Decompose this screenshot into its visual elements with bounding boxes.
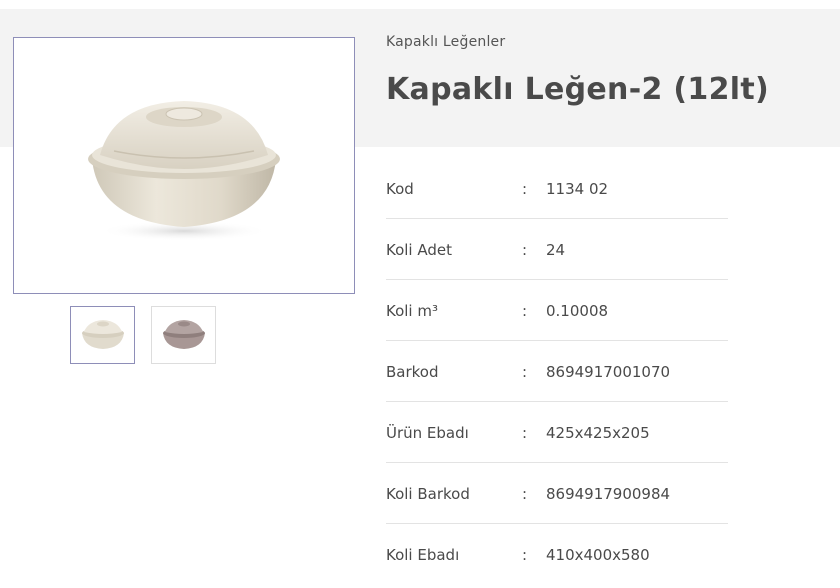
- spec-separator: :: [522, 546, 528, 564]
- spec-label: Koli Ebadı: [386, 546, 460, 564]
- spec-label: Koli Adet: [386, 241, 452, 259]
- thumbnail-cream[interactable]: [70, 306, 135, 364]
- spec-row-koli-ebadi: Koli Ebadı : 410x400x580: [386, 524, 728, 584]
- spec-separator: :: [522, 485, 528, 503]
- spec-row-kod: Kod : 1134 02: [386, 158, 728, 219]
- spec-separator: :: [522, 241, 528, 259]
- spec-row-barkod: Barkod : 8694917001070: [386, 341, 728, 402]
- spec-row-koli-barkod: Koli Barkod : 8694917900984: [386, 463, 728, 524]
- spec-label: Kod: [386, 180, 414, 198]
- spec-separator: :: [522, 424, 528, 442]
- spec-row-koli-adet: Koli Adet : 24: [386, 219, 728, 280]
- spec-value: 410x400x580: [546, 546, 650, 564]
- spec-value: 1134 02: [546, 180, 609, 198]
- thumbnail-mauve[interactable]: [151, 306, 216, 364]
- spec-value: 8694917001070: [546, 363, 671, 381]
- bowl-image-cream: [88, 100, 280, 241]
- spec-value: 24: [546, 241, 566, 259]
- spec-value: 425x425x205: [546, 424, 650, 442]
- spec-label: Ürün Ebadı: [386, 424, 469, 442]
- spec-table: Kod : 1134 02 Koli Adet : 24 Koli m³ : 0…: [386, 158, 728, 584]
- spec-separator: :: [522, 180, 528, 198]
- spec-row-urun-ebadi: Ürün Ebadı : 425x425x205: [386, 402, 728, 463]
- product-title: Kapaklı Leğen-2 (12lt): [386, 72, 769, 107]
- spec-separator: :: [522, 363, 528, 381]
- spec-label: Koli m³: [386, 302, 438, 320]
- top-strip: [0, 0, 840, 9]
- main-product-image[interactable]: [13, 37, 355, 294]
- spec-label: Koli Barkod: [386, 485, 470, 503]
- spec-value: 8694917900984: [546, 485, 671, 503]
- spec-label: Barkod: [386, 363, 439, 381]
- spec-separator: :: [522, 302, 528, 320]
- bowl-thumbnail-mauve-icon: [162, 320, 205, 349]
- breadcrumb[interactable]: Kapaklı Leğenler: [386, 34, 505, 50]
- bowl-thumbnail-cream-icon: [81, 320, 124, 349]
- spec-value: 0.10008: [546, 302, 609, 320]
- spec-row-koli-m3: Koli m³ : 0.10008: [386, 280, 728, 341]
